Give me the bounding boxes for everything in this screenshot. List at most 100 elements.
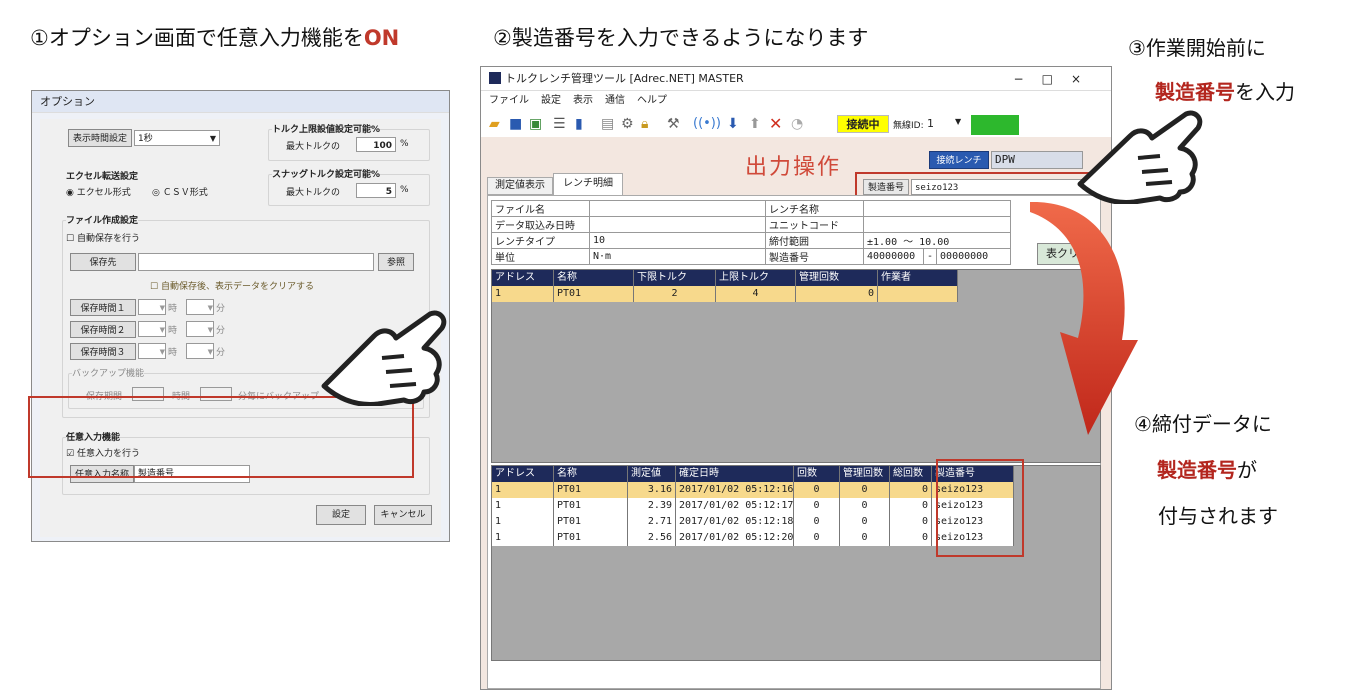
list-icon[interactable]: ☰ (553, 116, 566, 132)
window-controls[interactable]: −□× (1014, 67, 1099, 91)
grid-cell[interactable]: 2017/01/02 05:12:17 (676, 498, 794, 514)
save-time3-hour[interactable]: ▼ (138, 343, 166, 359)
grid-cell[interactable]: PT01 (554, 514, 628, 530)
menu-help[interactable]: ヘルプ (637, 95, 667, 106)
menu-file[interactable]: ファイル (489, 95, 529, 106)
grid-cell[interactable]: 0 (794, 514, 840, 530)
info-table: ファイル名 レンチ名称 データ取込み日時 ユニットコード レンチタイプ 10 締付範囲 ±… (491, 200, 1011, 265)
caption-3b: 製造番号を入力 (1155, 80, 1295, 104)
status-green (971, 115, 1019, 135)
book-icon[interactable]: ▮ (575, 116, 583, 132)
wireless-icon[interactable]: ((•)) (693, 116, 721, 131)
download-icon[interactable]: ⬇ (727, 116, 739, 132)
grid-cell[interactable]: 2.39 (628, 498, 676, 514)
save-time3-button[interactable]: 保存時間３ (70, 343, 136, 360)
menu-comm[interactable]: 通信 (605, 95, 625, 106)
grid-cell[interactable]: 0 (890, 530, 932, 546)
grid-cell[interactable]: 0 (794, 530, 840, 546)
grid-header: 管理回数 (796, 270, 878, 286)
grid-header: アドレス (492, 270, 554, 286)
grid-cell[interactable]: PT01 (554, 286, 634, 302)
grid-cell[interactable]: 0 (840, 530, 890, 546)
excel-radio[interactable]: ◉ エクセル形式 (66, 185, 131, 198)
display-time-button[interactable]: 表示時間設定 (68, 129, 132, 147)
grid-cell[interactable]: PT01 (554, 498, 628, 514)
snag-pct: % (400, 185, 409, 195)
print-icon[interactable]: ▤ (601, 116, 614, 132)
save-dest-button[interactable]: 保存先 (70, 253, 136, 271)
min-label-3: 分 (216, 348, 226, 358)
highlight-serial-column (936, 459, 1024, 557)
save-time1-hour[interactable]: ▼ (138, 299, 166, 315)
grid-cell[interactable]: 0 (794, 498, 840, 514)
grid-cell[interactable]: PT01 (554, 482, 628, 498)
cancel-button[interactable]: キャンセル (374, 505, 432, 525)
grid-cell[interactable]: 0 (890, 482, 932, 498)
save-time3-min[interactable]: ▼ (186, 343, 214, 359)
info-value: 40000000 (863, 248, 924, 265)
save-time2-hour[interactable]: ▼ (138, 321, 166, 337)
caption-1: ①オプション画面で任意入力機能をON (30, 26, 400, 50)
info-sep: - (922, 248, 938, 265)
grid-cell[interactable]: 2017/01/02 05:12:16 (676, 482, 794, 498)
info-value: 10 (589, 232, 766, 249)
save-time1-button[interactable]: 保存時間１ (70, 299, 136, 316)
wrench-icon[interactable]: ⚒ (667, 116, 680, 132)
wireless-id-value[interactable]: 1 (927, 117, 934, 130)
grid-cell[interactable]: 0 (796, 286, 878, 302)
tab-measure[interactable]: 測定値表示 (487, 177, 553, 195)
conn-wrench-button[interactable]: 接続レンチ (929, 151, 989, 169)
grid-cell[interactable]: 0 (794, 482, 840, 498)
grid-cell[interactable]: 0 (840, 482, 890, 498)
grid-cell[interactable]: 1 (492, 530, 554, 546)
save-time2-min[interactable]: ▼ (186, 321, 214, 337)
save-icon[interactable]: ■ (509, 116, 522, 132)
grid-cell[interactable]: 0 (890, 514, 932, 530)
info-value (589, 216, 766, 233)
conn-wrench-value[interactable]: DPW (991, 151, 1083, 169)
upper-torque-input[interactable]: 100 (356, 137, 396, 152)
grid-cell[interactable]: 0 (890, 498, 932, 514)
lock-icon[interactable]: 🔒︎ (641, 116, 648, 132)
grid-cell[interactable]: 1 (492, 286, 554, 302)
min-label-1: 分 (216, 304, 226, 314)
grid-cell[interactable]: 2 (634, 286, 716, 302)
grid-cell[interactable]: 2017/01/02 05:12:20 (676, 530, 794, 546)
tab-wrench-detail[interactable]: レンチ明細 (553, 173, 623, 195)
grid-cell[interactable] (878, 286, 958, 302)
csv-radio[interactable]: ◎ ＣＳＶ形式 (152, 185, 208, 198)
caption-4b: 製造番号が (1157, 458, 1257, 482)
grid-cell[interactable]: 0 (840, 514, 890, 530)
caption-2: ②製造番号を入力できるようになります (493, 26, 869, 50)
grid-cell[interactable]: PT01 (554, 530, 628, 546)
grid-cell[interactable]: 2.71 (628, 514, 676, 530)
grid-cell[interactable]: 4 (716, 286, 796, 302)
auto-save-check[interactable]: ☐ 自動保存を行う (66, 231, 140, 244)
browse-button[interactable]: 参照 (378, 253, 414, 271)
ok-button[interactable]: 設定 (316, 505, 366, 525)
clock-icon[interactable]: ◔ (791, 116, 803, 132)
save-time2-button[interactable]: 保存時間２ (70, 321, 136, 338)
grid-cell[interactable]: 3.16 (628, 482, 676, 498)
grid-cell[interactable]: 1 (492, 498, 554, 514)
torque-upper-label: トルク上限設値設定可能% (272, 122, 381, 135)
auto-clear-check[interactable]: ☐ 自動保存後、表示データをクリアする (150, 279, 314, 292)
save-dest-input[interactable] (138, 253, 374, 271)
snag-input[interactable]: 5 (356, 183, 396, 198)
save-time1-min[interactable]: ▼ (186, 299, 214, 315)
menu-settings[interactable]: 設定 (541, 95, 561, 106)
open-icon[interactable]: ▰ (489, 116, 500, 132)
delete-icon[interactable]: ✕ (769, 114, 782, 133)
grid-cell[interactable]: 2.56 (628, 530, 676, 546)
excel-title: エクセル転送設定 (66, 172, 139, 182)
excel-icon[interactable]: ▣ (529, 116, 542, 132)
grid-cell[interactable]: 2017/01/02 05:12:18 (676, 514, 794, 530)
grid-cell[interactable]: 0 (840, 498, 890, 514)
display-time-select[interactable]: 1秒 ▼ (134, 130, 220, 146)
upload-icon[interactable]: ⬆ (749, 116, 761, 132)
grid-cell[interactable]: 1 (492, 514, 554, 530)
menu-view[interactable]: 表示 (573, 95, 593, 106)
grid-cell[interactable]: 1 (492, 482, 554, 498)
gear-icon[interactable]: ⚙ (621, 116, 634, 132)
wireless-id-dropdown[interactable]: ▼ (955, 117, 961, 126)
